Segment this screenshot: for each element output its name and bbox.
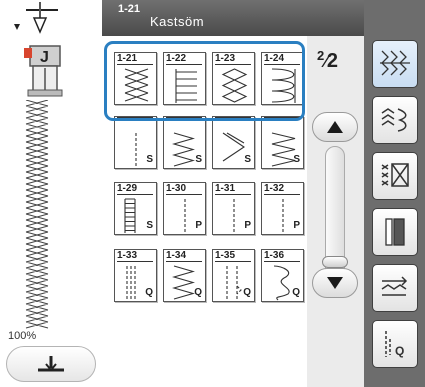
stitch-tile[interactable]: 1-27S xyxy=(212,116,255,169)
stitch-tile[interactable]: 1-35 Q xyxy=(212,249,255,302)
page-indicator: 2⁄2 xyxy=(317,48,339,73)
selected-row-highlight xyxy=(104,41,305,121)
stitch-tile[interactable]: 1-33 Q xyxy=(114,249,157,302)
stitch-suffix: P xyxy=(195,220,202,231)
presser-foot-lift-button[interactable] xyxy=(6,346,96,382)
satin-stitch-button[interactable] xyxy=(372,208,418,256)
left-panel: J 100% xyxy=(0,0,102,387)
cross-stitch-button[interactable] xyxy=(372,152,418,200)
page-scroll-column: 2⁄2 xyxy=(307,36,364,387)
scroll-down-button[interactable] xyxy=(312,268,358,298)
quilting-stitch-icon: Q xyxy=(385,331,404,358)
selected-stitch-code: 1-21 xyxy=(118,3,141,15)
total-pages: 2 xyxy=(326,50,339,72)
decorative-stitch-button[interactable] xyxy=(372,96,418,144)
stitch-grid: 1-211-221-231-241-25S1-26S1-27S1-28S1-29… xyxy=(102,36,307,387)
stitch-tile[interactable]: 1-30 P xyxy=(163,182,206,235)
stitch-preview xyxy=(25,100,49,329)
stitch-suffix: Q xyxy=(194,287,202,298)
zoom-level: 100% xyxy=(8,330,37,342)
stitch-suffix: Q xyxy=(243,287,251,298)
satin-stitch-icon xyxy=(385,218,405,246)
stitch-suffix: P xyxy=(244,220,251,231)
scroll-up-button[interactable] xyxy=(312,112,358,142)
stitch-tile[interactable]: 1-36 Q xyxy=(261,249,304,302)
stitch-tile[interactable]: 1-31 P xyxy=(212,182,255,235)
stitch-tile[interactable]: 1-34 Q xyxy=(163,249,206,302)
selected-stitch-name: Kastsöm xyxy=(150,14,205,29)
stitch-tile[interactable]: 1-32 P xyxy=(261,182,304,235)
stitch-tile[interactable]: 1-29 S xyxy=(114,182,157,235)
main-panel: 1-21 Kastsöm 1-211-221-231-241-25S1-26S1… xyxy=(102,0,364,387)
current-page: 2 xyxy=(317,48,325,63)
triangle-down-icon xyxy=(327,277,343,289)
stitch-tile[interactable]: 1-28S xyxy=(261,116,304,169)
stitch-suffix: S xyxy=(244,154,251,165)
presser-foot-j-icon: J xyxy=(24,45,63,97)
svg-text:J: J xyxy=(40,49,49,66)
direction-arrows-icon xyxy=(381,276,408,296)
utility-stitch-icon xyxy=(380,50,410,76)
quilting-stitch-button[interactable]: Q xyxy=(372,320,418,368)
stitch-suffix: S xyxy=(146,220,153,231)
needle-position-icon xyxy=(14,2,58,34)
stitch-suffix: S xyxy=(146,154,153,165)
tool-column: Q xyxy=(364,0,425,387)
stitch-suffix: P xyxy=(293,220,300,231)
stitch-suffix: Q xyxy=(145,287,153,298)
triangle-up-icon xyxy=(327,121,343,133)
header-bar: 1-21 Kastsöm xyxy=(102,0,364,36)
stitch-tile[interactable]: 1-25S xyxy=(114,116,157,169)
decorative-stitch-icon xyxy=(381,108,407,132)
stitch-suffix: S xyxy=(195,154,202,165)
presser-foot-icon xyxy=(38,356,64,372)
stitch-tile[interactable]: 1-26S xyxy=(163,116,206,169)
scroll-thumb[interactable] xyxy=(322,256,348,268)
cross-stitch-icon xyxy=(381,163,409,187)
stitch-suffix: S xyxy=(293,154,300,165)
direction-button[interactable] xyxy=(372,264,418,312)
utility-stitch-button[interactable] xyxy=(372,40,418,88)
stitch-suffix: Q xyxy=(292,287,300,298)
svg-text:Q: Q xyxy=(395,344,404,358)
